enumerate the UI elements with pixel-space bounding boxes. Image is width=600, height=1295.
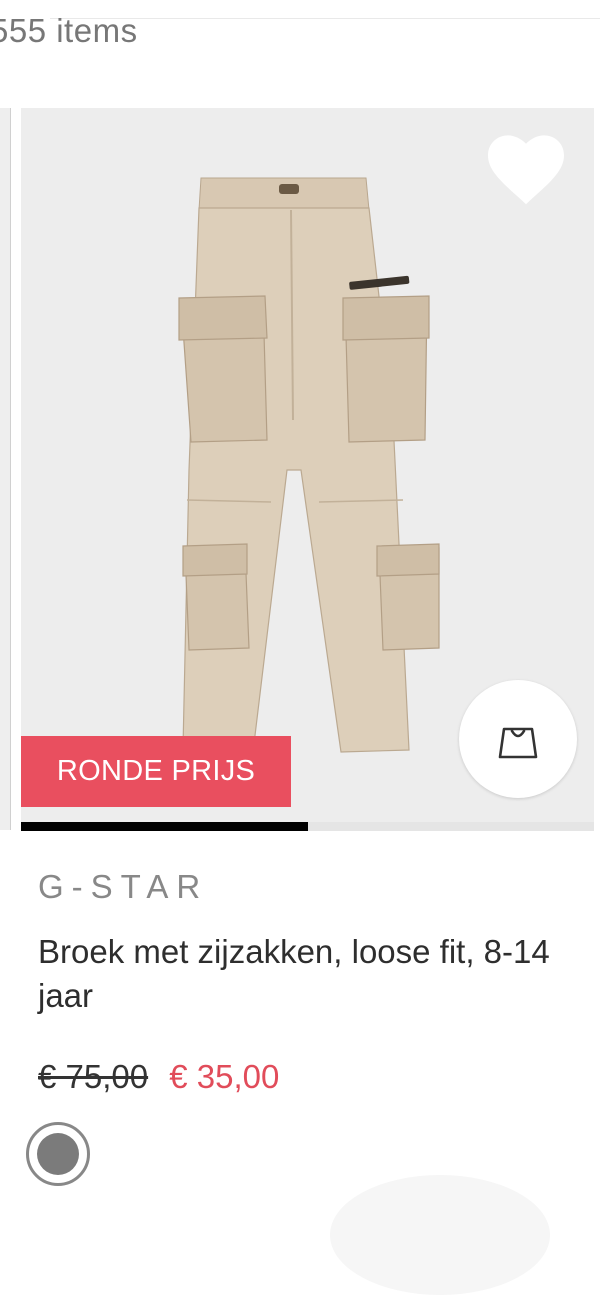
promo-badge: RONDE PRIJS xyxy=(21,736,291,807)
original-price: € 75,00 xyxy=(38,1058,149,1095)
product-brand: G-STAR xyxy=(38,868,209,905)
favorite-button[interactable] xyxy=(471,118,581,218)
sale-price: € 35,00 xyxy=(169,1058,280,1095)
top-bar: 555 items xyxy=(0,0,600,62)
item-count: 555 items xyxy=(0,12,138,49)
carousel-progress-fill xyxy=(21,822,308,831)
heart-icon xyxy=(488,135,564,205)
color-swatch[interactable] xyxy=(26,1122,90,1186)
shopping-bag-icon xyxy=(498,727,538,759)
color-swatch-dot xyxy=(37,1133,79,1175)
previous-product-edge-line xyxy=(10,108,11,830)
product-title[interactable]: Broek met zijzakken, loose fit, 8-14 jaa… xyxy=(38,930,558,1018)
product-image-carousel[interactable] xyxy=(21,108,594,822)
price-block: € 75,00 € 35,00 xyxy=(38,1058,279,1096)
product-image xyxy=(178,177,440,753)
previous-product-image-edge[interactable] xyxy=(0,108,10,830)
add-to-bag-button[interactable] xyxy=(459,680,577,798)
next-product-peek xyxy=(330,1175,550,1295)
carousel-progress xyxy=(21,822,594,831)
